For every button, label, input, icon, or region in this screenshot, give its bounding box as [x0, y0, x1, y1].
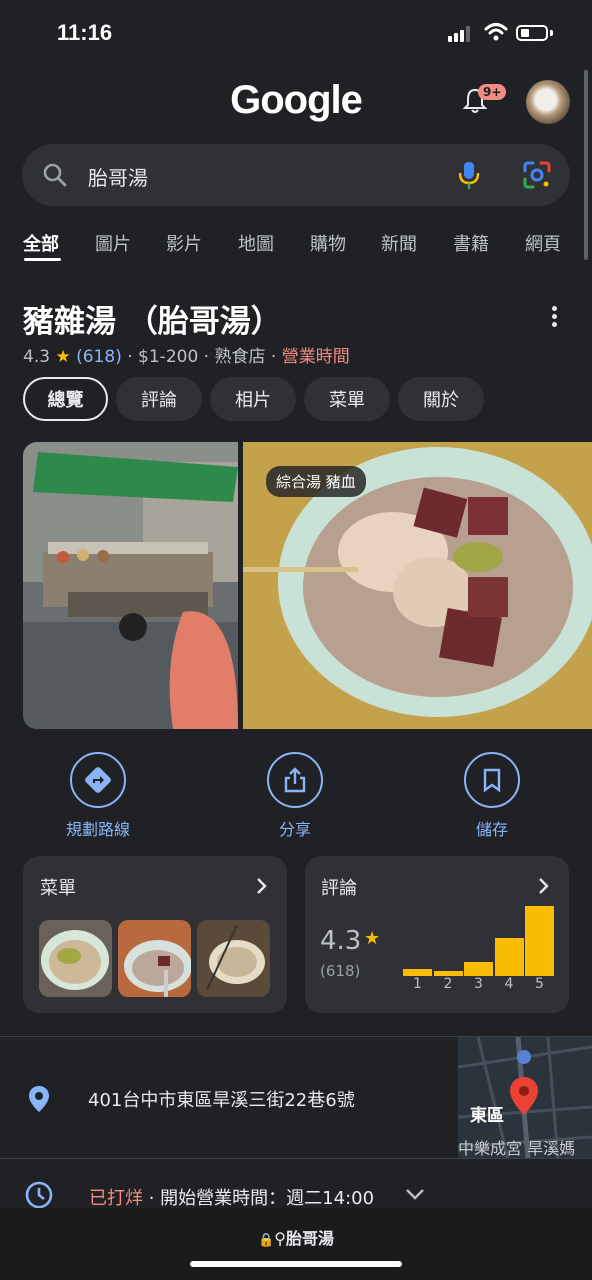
home-indicator[interactable]: [190, 1261, 402, 1267]
menu-card-title: 菜單: [40, 878, 76, 899]
active-tab-indicator: [24, 258, 61, 261]
place-title: 豬雜湯 （胎哥湯）: [23, 304, 282, 340]
notification-badge: 9+: [478, 84, 507, 100]
chevron-right-icon[interactable]: [537, 876, 551, 896]
directions-icon: [85, 767, 111, 793]
menu-photo-3[interactable]: [197, 920, 270, 997]
tab-books[interactable]: 書籍: [453, 230, 489, 256]
rating-bar-5: [525, 906, 554, 976]
menu-photo-1[interactable]: [39, 920, 112, 997]
tab-maps[interactable]: 地圖: [238, 230, 274, 256]
directions-button[interactable]: [70, 752, 126, 808]
price-range: $1-200: [138, 347, 199, 367]
chevron-down-icon[interactable]: [404, 1186, 426, 1202]
tab-shopping[interactable]: 購物: [310, 230, 346, 256]
tab-web[interactable]: 網頁: [525, 230, 561, 256]
wifi-icon: [484, 23, 508, 41]
separator: ·: [121, 347, 139, 367]
tab-all[interactable]: 全部: [23, 230, 59, 256]
chip-about[interactable]: 關於: [398, 377, 484, 421]
search-query[interactable]: 胎哥湯: [88, 162, 148, 191]
share-button[interactable]: [267, 752, 323, 808]
tab-news[interactable]: 新聞: [381, 230, 417, 256]
hours-link[interactable]: 營業時間: [282, 347, 350, 367]
google-lens-icon[interactable]: [522, 160, 552, 190]
rating-bar-label: 5: [535, 976, 544, 992]
chevron-right-icon[interactable]: [255, 876, 269, 896]
tab-images[interactable]: 圖片: [95, 230, 131, 256]
google-logo[interactable]: Google: [0, 78, 592, 123]
star-icon: ★: [364, 928, 381, 949]
divider: [0, 1158, 592, 1159]
menu-photo-2[interactable]: [118, 920, 191, 997]
clock-icon: [25, 1181, 53, 1209]
search-icon: [43, 163, 67, 187]
photo-caption: 綜合湯 豬血: [266, 466, 366, 497]
share-label[interactable]: 分享: [235, 816, 355, 840]
chip-photos[interactable]: 相片: [210, 377, 296, 421]
map-place-labels: 中樂成宮 旱溪媽: [458, 1135, 575, 1159]
reviews-count-link[interactable]: (618): [76, 347, 122, 367]
save-label[interactable]: 儲存: [432, 816, 552, 840]
reviews-card-title: 評論: [321, 878, 357, 899]
share-icon: [284, 767, 306, 793]
chip-menu[interactable]: 菜單: [304, 377, 390, 421]
tab-videos[interactable]: 影片: [166, 230, 202, 256]
closed-status: 已打烊: [89, 1188, 143, 1209]
battery-icon: [516, 25, 548, 41]
save-button[interactable]: [464, 752, 520, 808]
more-options-icon[interactable]: [552, 306, 558, 330]
opening-time: · 開始營業時間：週二14:00: [143, 1188, 375, 1209]
directions-label[interactable]: 規劃路線: [38, 816, 158, 840]
search-icon: ⚲: [274, 1229, 286, 1248]
map-thumbnail[interactable]: 東區 中樂成宮 旱溪媽: [458, 1037, 592, 1159]
bookmark-icon: [483, 768, 501, 793]
address-text[interactable]: 401台中市東區旱溪三街22巷6號: [88, 1086, 355, 1112]
rating-bar-label: 3: [474, 976, 483, 992]
avatar[interactable]: [526, 80, 570, 124]
separator: ·: [198, 347, 215, 367]
place-meta: 4.3 ★ (618) · $1-200 · 熟食店 · 營業時間: [23, 342, 350, 367]
chip-overview[interactable]: 總覽: [23, 377, 108, 421]
battery-tip: [550, 30, 553, 36]
location-pin-icon: [29, 1086, 49, 1112]
review-count: (618): [320, 962, 361, 980]
url-text[interactable]: 胎哥湯: [286, 1229, 334, 1248]
rating-bar-label: 4: [504, 976, 514, 992]
rating-bar-4: [494, 938, 524, 976]
address-bar[interactable]: 🔒⚲胎哥湯: [0, 1225, 592, 1249]
rating-value: 4.3: [23, 347, 51, 367]
status-time: 11:16: [57, 20, 113, 45]
rating-bar-1: [403, 969, 432, 976]
scrollbar[interactable]: [584, 70, 588, 260]
chip-reviews[interactable]: 評論: [116, 377, 202, 421]
cellular-signal-icon: [448, 26, 470, 42]
rating-bar-label: 2: [443, 976, 453, 992]
category: 熟食店: [214, 347, 266, 367]
hours-row[interactable]: 已打烊 · 開始營業時間：週二14:00: [89, 1184, 374, 1210]
map-place-label: 旱溪媽: [527, 1139, 576, 1158]
map-district-label: 東區: [470, 1106, 504, 1126]
star-icon: ★: [55, 347, 71, 367]
review-rating: 4.3: [320, 926, 362, 956]
separator: ·: [265, 347, 282, 367]
voice-search-mic-icon[interactable]: [458, 160, 480, 190]
map-place-label: 中樂成宮: [458, 1139, 523, 1158]
rating-bar-3: [464, 962, 493, 976]
storefront-photo[interactable]: [23, 442, 238, 729]
rating-bar-label: 1: [413, 976, 422, 992]
lock-icon: 🔒: [258, 1233, 275, 1248]
